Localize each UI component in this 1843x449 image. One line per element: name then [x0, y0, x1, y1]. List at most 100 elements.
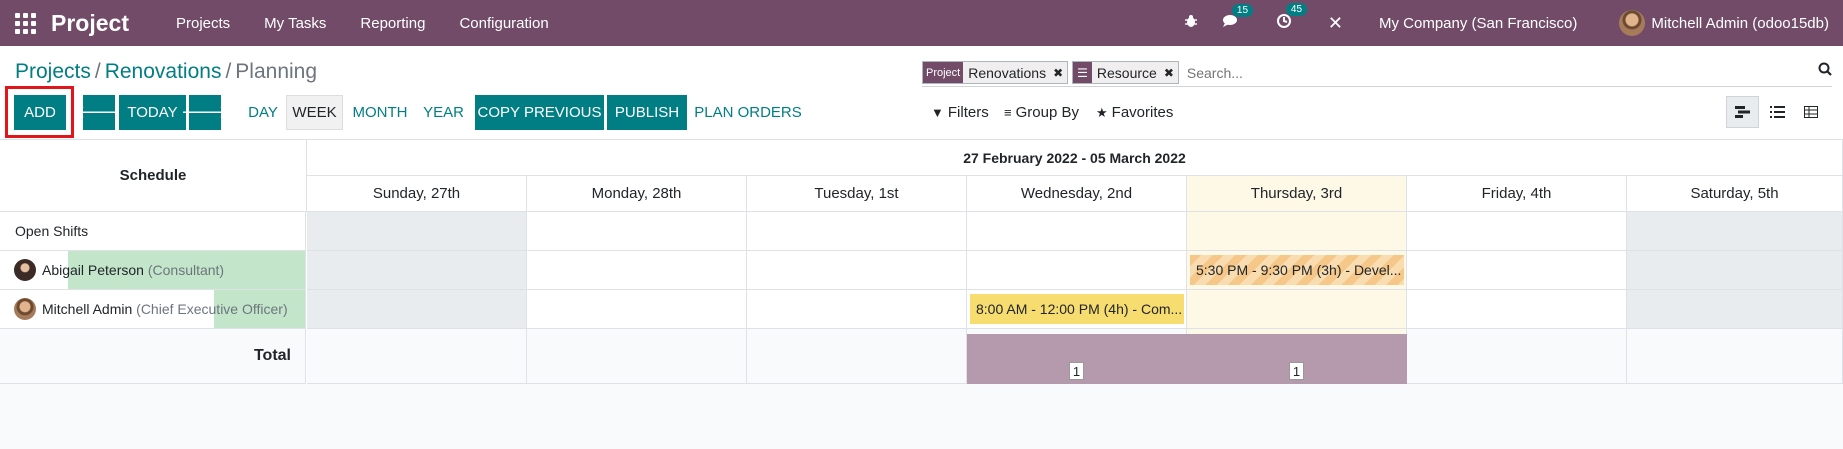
- scale-day[interactable]: DAY: [246, 95, 280, 130]
- gantt-cell[interactable]: [1407, 251, 1627, 290]
- facet-project-label: Project: [923, 62, 964, 83]
- search-icon[interactable]: [1818, 62, 1832, 80]
- row-abigail-peterson: Abigail Peterson (Consultant): [0, 251, 306, 290]
- shift-pill-mitchell[interactable]: 8:00 AM - 12:00 PM (4h) - Com...: [970, 294, 1184, 324]
- top-navbar: Project Projects My Tasks Reporting Conf…: [0, 0, 1843, 46]
- pivot-view-icon[interactable]: [1794, 96, 1827, 128]
- gantt-cell[interactable]: [967, 251, 1187, 290]
- gantt-view-icon[interactable]: [1726, 96, 1759, 128]
- filters-label: Filters: [947, 104, 989, 121]
- total-label: Total: [0, 329, 306, 384]
- row-mitchell-admin: Mitchell Admin (Chief Executive Officer): [0, 290, 306, 329]
- avatar: [14, 298, 36, 320]
- day-header-friday: Friday, 4th: [1407, 176, 1627, 212]
- messages-badge: 15: [1231, 4, 1254, 17]
- gantt-cell[interactable]: [747, 251, 967, 290]
- facet-resource: ☰ Resource ✖: [1072, 61, 1179, 84]
- gantt-cell[interactable]: [1627, 290, 1843, 329]
- messages-icon[interactable]: 15: [1222, 4, 1254, 32]
- gantt-cell[interactable]: [307, 251, 527, 290]
- gantt-cell[interactable]: [307, 290, 527, 329]
- total-value: 1: [1069, 362, 1084, 380]
- company-switcher[interactable]: My Company (San Francisco): [1379, 15, 1577, 32]
- total-value: 1: [1289, 362, 1304, 380]
- favorites-dropdown[interactable]: ★ Favorites: [1096, 104, 1173, 121]
- group-by-icon: ☰: [1073, 62, 1092, 83]
- scale-week[interactable]: WEEK: [286, 95, 343, 130]
- gantt-cell[interactable]: [1187, 212, 1407, 251]
- search-input[interactable]: [1186, 64, 1832, 81]
- group-by-dropdown[interactable]: ≡ Group By: [1004, 104, 1079, 121]
- gantt-cell[interactable]: [1407, 212, 1627, 251]
- scale-month[interactable]: MONTH: [351, 95, 409, 130]
- today-button[interactable]: TODAY: [119, 95, 186, 130]
- total-cell: [747, 329, 967, 384]
- menu-my-tasks[interactable]: My Tasks: [247, 15, 343, 32]
- publish-button[interactable]: PUBLISH: [607, 95, 687, 130]
- row-role: (Consultant): [147, 262, 225, 278]
- gantt-cell[interactable]: [307, 212, 527, 251]
- gantt-cell[interactable]: [1627, 251, 1843, 290]
- activities-icon[interactable]: 45: [1276, 3, 1308, 33]
- row-name: Open Shifts: [15, 223, 89, 239]
- gantt-cell[interactable]: [1187, 290, 1407, 329]
- facet-project-value: Renovations: [963, 62, 1052, 83]
- previous-arrow-icon[interactable]: 🡐: [75, 95, 123, 130]
- shift-pill-abigail[interactable]: 5:30 PM - 9:30 PM (3h) - Devel...: [1190, 255, 1404, 285]
- total-cell: [307, 329, 527, 384]
- day-header-tuesday: Tuesday, 1st: [747, 176, 967, 212]
- date-range-header: 27 February 2022 - 05 March 2022: [307, 140, 1843, 176]
- avatar: [14, 259, 36, 281]
- day-header-sunday: Sunday, 27th: [307, 176, 527, 212]
- control-panel: Projects / Renovations / Planning Project Re…: [0, 46, 1843, 140]
- facet-project-close-icon[interactable]: ✖: [1051, 62, 1068, 83]
- breadcrumb-projects[interactable]: Projects: [15, 60, 91, 83]
- app-name[interactable]: Project: [51, 10, 129, 37]
- search-bar: Project Renovations ✖ ☰ Resource ✖: [922, 59, 1832, 87]
- bug-icon[interactable]: [1184, 14, 1198, 32]
- row-open-shifts: Open Shifts: [0, 212, 306, 251]
- gantt-cell[interactable]: [1407, 290, 1627, 329]
- next-arrow-icon[interactable]: 🡒: [181, 95, 229, 130]
- add-button[interactable]: ADD: [14, 95, 66, 130]
- activities-badge: 45: [1285, 3, 1308, 16]
- filters-dropdown[interactable]: ▼ Filters: [931, 104, 989, 121]
- gantt-cell[interactable]: [527, 212, 747, 251]
- gantt-cell[interactable]: [527, 251, 747, 290]
- total-cell: [1407, 329, 1627, 384]
- group-by-icon: ≡: [1004, 105, 1012, 120]
- star-icon: ★: [1096, 104, 1108, 120]
- row-name: Mitchell Admin: [42, 301, 133, 317]
- breadcrumb-renovations[interactable]: Renovations: [105, 60, 222, 83]
- tools-icon[interactable]: ✕: [1328, 13, 1343, 34]
- total-cell: [527, 329, 747, 384]
- user-menu[interactable]: Mitchell Admin (odoo15db): [1619, 10, 1829, 36]
- gantt-cell[interactable]: [1627, 212, 1843, 251]
- breadcrumb-current: Planning: [235, 60, 318, 83]
- app-menu-icon[interactable]: [14, 12, 36, 34]
- gantt-cell[interactable]: [747, 212, 967, 251]
- day-header-monday: Monday, 28th: [527, 176, 747, 212]
- schedule-header: Schedule: [0, 140, 307, 212]
- menu-configuration[interactable]: Configuration: [442, 15, 565, 32]
- favorites-label: Favorites: [1111, 104, 1174, 121]
- user-avatar: [1619, 10, 1646, 36]
- facet-resource-value: Resource: [1091, 62, 1162, 83]
- scale-year[interactable]: YEAR: [421, 95, 466, 130]
- user-name: Mitchell Admin (odoo15db): [1651, 14, 1829, 32]
- day-header-thursday: Thursday, 3rd: [1187, 176, 1407, 212]
- gantt-cell[interactable]: [747, 290, 967, 329]
- menu-reporting[interactable]: Reporting: [343, 15, 442, 32]
- filter-icon: ▼: [931, 105, 944, 120]
- row-name: Abigail Peterson: [42, 262, 144, 278]
- plan-orders-button[interactable]: PLAN ORDERS: [694, 95, 802, 130]
- list-view-icon[interactable]: [1761, 96, 1794, 128]
- copy-previous-button[interactable]: COPY PREVIOUS: [475, 95, 604, 130]
- gantt-cell[interactable]: [967, 212, 1187, 251]
- gantt-view: Schedule 27 February 2022 - 05 March 202…: [0, 140, 1843, 384]
- day-header-saturday: Saturday, 5th: [1627, 176, 1843, 212]
- gantt-cell[interactable]: [527, 290, 747, 329]
- facet-resource-close-icon[interactable]: ✖: [1161, 62, 1178, 83]
- menu-projects[interactable]: Projects: [159, 15, 247, 32]
- group-by-label: Group By: [1015, 104, 1079, 121]
